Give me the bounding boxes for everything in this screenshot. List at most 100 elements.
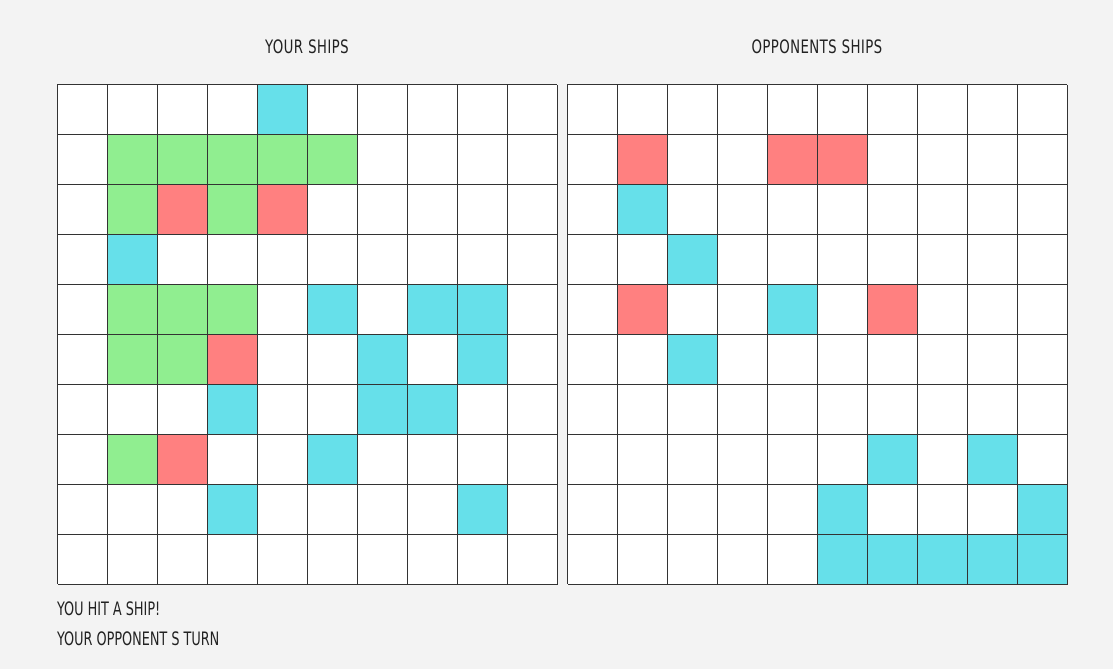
grid-cell-empty[interactable] xyxy=(568,135,618,185)
grid-cell-empty[interactable] xyxy=(868,485,918,535)
grid-cell-empty[interactable] xyxy=(668,435,718,485)
grid-cell-empty[interactable] xyxy=(668,135,718,185)
grid-cell-empty[interactable] xyxy=(618,485,668,535)
grid-cell-empty[interactable] xyxy=(968,485,1018,535)
grid-cell-empty[interactable] xyxy=(918,185,968,235)
grid-cell-empty[interactable] xyxy=(668,385,718,435)
grid-cell-empty[interactable] xyxy=(718,135,768,185)
grid-cell-empty[interactable] xyxy=(1018,135,1068,185)
grid-cell-miss[interactable] xyxy=(668,235,718,285)
grid-cell-empty[interactable] xyxy=(1018,285,1068,335)
grid-cell-empty[interactable] xyxy=(918,485,968,535)
grid-cell-empty[interactable] xyxy=(918,435,968,485)
grid-cell-empty[interactable] xyxy=(618,85,668,135)
grid-cell-empty[interactable] xyxy=(668,285,718,335)
grid-cell-empty[interactable] xyxy=(718,235,768,285)
grid-cell-miss[interactable] xyxy=(918,535,968,585)
grid-cell-empty[interactable] xyxy=(968,85,1018,135)
grid-cell-empty[interactable] xyxy=(718,335,768,385)
grid-cell-empty[interactable] xyxy=(768,335,818,385)
grid-cell-miss[interactable] xyxy=(818,535,868,585)
grid-cell-empty[interactable] xyxy=(968,185,1018,235)
grid-cell-empty[interactable] xyxy=(718,185,768,235)
grid-cell-empty[interactable] xyxy=(668,85,718,135)
grid-cell-empty[interactable] xyxy=(1018,335,1068,385)
grid-cell-empty[interactable] xyxy=(568,185,618,235)
grid-cell-miss[interactable] xyxy=(868,535,918,585)
grid-cell-empty[interactable] xyxy=(668,485,718,535)
grid-cell-hit[interactable] xyxy=(768,135,818,185)
grid-cell-miss[interactable] xyxy=(1018,535,1068,585)
grid-cell-empty[interactable] xyxy=(818,285,868,335)
grid-cell-empty[interactable] xyxy=(868,385,918,435)
grid-cell-empty[interactable] xyxy=(968,285,1018,335)
grid-cell-empty[interactable] xyxy=(768,185,818,235)
grid-cell-miss[interactable] xyxy=(968,535,1018,585)
grid-cell-empty[interactable] xyxy=(918,235,968,285)
grid-cell-empty[interactable] xyxy=(568,85,618,135)
grid-cell-empty[interactable] xyxy=(918,85,968,135)
grid-cell-empty[interactable] xyxy=(968,385,1018,435)
grid-cell-empty[interactable] xyxy=(818,335,868,385)
grid-cell-empty[interactable] xyxy=(618,535,668,585)
grid-cell-hit[interactable] xyxy=(868,285,918,335)
grid-cell-empty[interactable] xyxy=(918,335,968,385)
grid-cell-empty[interactable] xyxy=(868,185,918,235)
grid-cell-empty[interactable] xyxy=(768,235,818,285)
grid-cell-miss[interactable] xyxy=(618,185,668,235)
grid-cell-empty[interactable] xyxy=(968,335,1018,385)
grid-cell-empty[interactable] xyxy=(668,185,718,235)
grid-cell-empty[interactable] xyxy=(1018,235,1068,285)
grid-cell-empty[interactable] xyxy=(968,135,1018,185)
grid-cell-empty[interactable] xyxy=(718,535,768,585)
grid-cell-empty[interactable] xyxy=(718,485,768,535)
grid-cell-empty[interactable] xyxy=(868,335,918,385)
grid-cell-miss[interactable] xyxy=(768,285,818,335)
grid-cell-miss[interactable] xyxy=(968,435,1018,485)
grid-cell-empty[interactable] xyxy=(618,235,668,285)
grid-cell-empty[interactable] xyxy=(568,435,618,485)
grid-cell-empty[interactable] xyxy=(818,185,868,235)
grid-cell-empty[interactable] xyxy=(568,485,618,535)
grid-cell-empty[interactable] xyxy=(868,235,918,285)
opponents-ships-board[interactable] xyxy=(567,84,1068,585)
grid-cell-empty[interactable] xyxy=(818,235,868,285)
grid-cell-empty[interactable] xyxy=(918,385,968,435)
grid-cell-empty[interactable] xyxy=(618,435,668,485)
grid-cell-empty[interactable] xyxy=(568,335,618,385)
grid-cell-empty[interactable] xyxy=(918,135,968,185)
grid-cell-hit[interactable] xyxy=(618,135,668,185)
grid-cell-empty[interactable] xyxy=(718,85,768,135)
grid-cell-empty[interactable] xyxy=(668,535,718,585)
grid-cell-empty[interactable] xyxy=(768,85,818,135)
grid-cell-empty[interactable] xyxy=(768,485,818,535)
grid-cell-empty[interactable] xyxy=(818,85,868,135)
grid-cell-empty[interactable] xyxy=(568,535,618,585)
grid-cell-empty[interactable] xyxy=(818,435,868,485)
grid-cell-empty[interactable] xyxy=(568,385,618,435)
grid-cell-empty[interactable] xyxy=(968,235,1018,285)
grid-cell-hit[interactable] xyxy=(618,285,668,335)
grid-cell-empty[interactable] xyxy=(1018,85,1068,135)
grid-cell-miss[interactable] xyxy=(1018,485,1068,535)
grid-cell-empty[interactable] xyxy=(568,235,618,285)
grid-cell-empty[interactable] xyxy=(868,135,918,185)
grid-cell-empty[interactable] xyxy=(1018,385,1068,435)
grid-cell-empty[interactable] xyxy=(718,435,768,485)
grid-cell-empty[interactable] xyxy=(868,85,918,135)
grid-cell-empty[interactable] xyxy=(1018,435,1068,485)
grid-cell-hit[interactable] xyxy=(818,135,868,185)
grid-cell-empty[interactable] xyxy=(768,535,818,585)
grid-cell-empty[interactable] xyxy=(1018,185,1068,235)
grid-cell-empty[interactable] xyxy=(618,385,668,435)
grid-cell-empty[interactable] xyxy=(568,285,618,335)
grid-cell-empty[interactable] xyxy=(818,385,868,435)
grid-cell-empty[interactable] xyxy=(718,385,768,435)
grid-cell-empty[interactable] xyxy=(768,385,818,435)
grid-cell-empty[interactable] xyxy=(768,435,818,485)
grid-cell-miss[interactable] xyxy=(668,335,718,385)
grid-cell-empty[interactable] xyxy=(618,335,668,385)
grid-cell-miss[interactable] xyxy=(868,435,918,485)
grid-cell-empty[interactable] xyxy=(918,285,968,335)
grid-cell-miss[interactable] xyxy=(818,485,868,535)
